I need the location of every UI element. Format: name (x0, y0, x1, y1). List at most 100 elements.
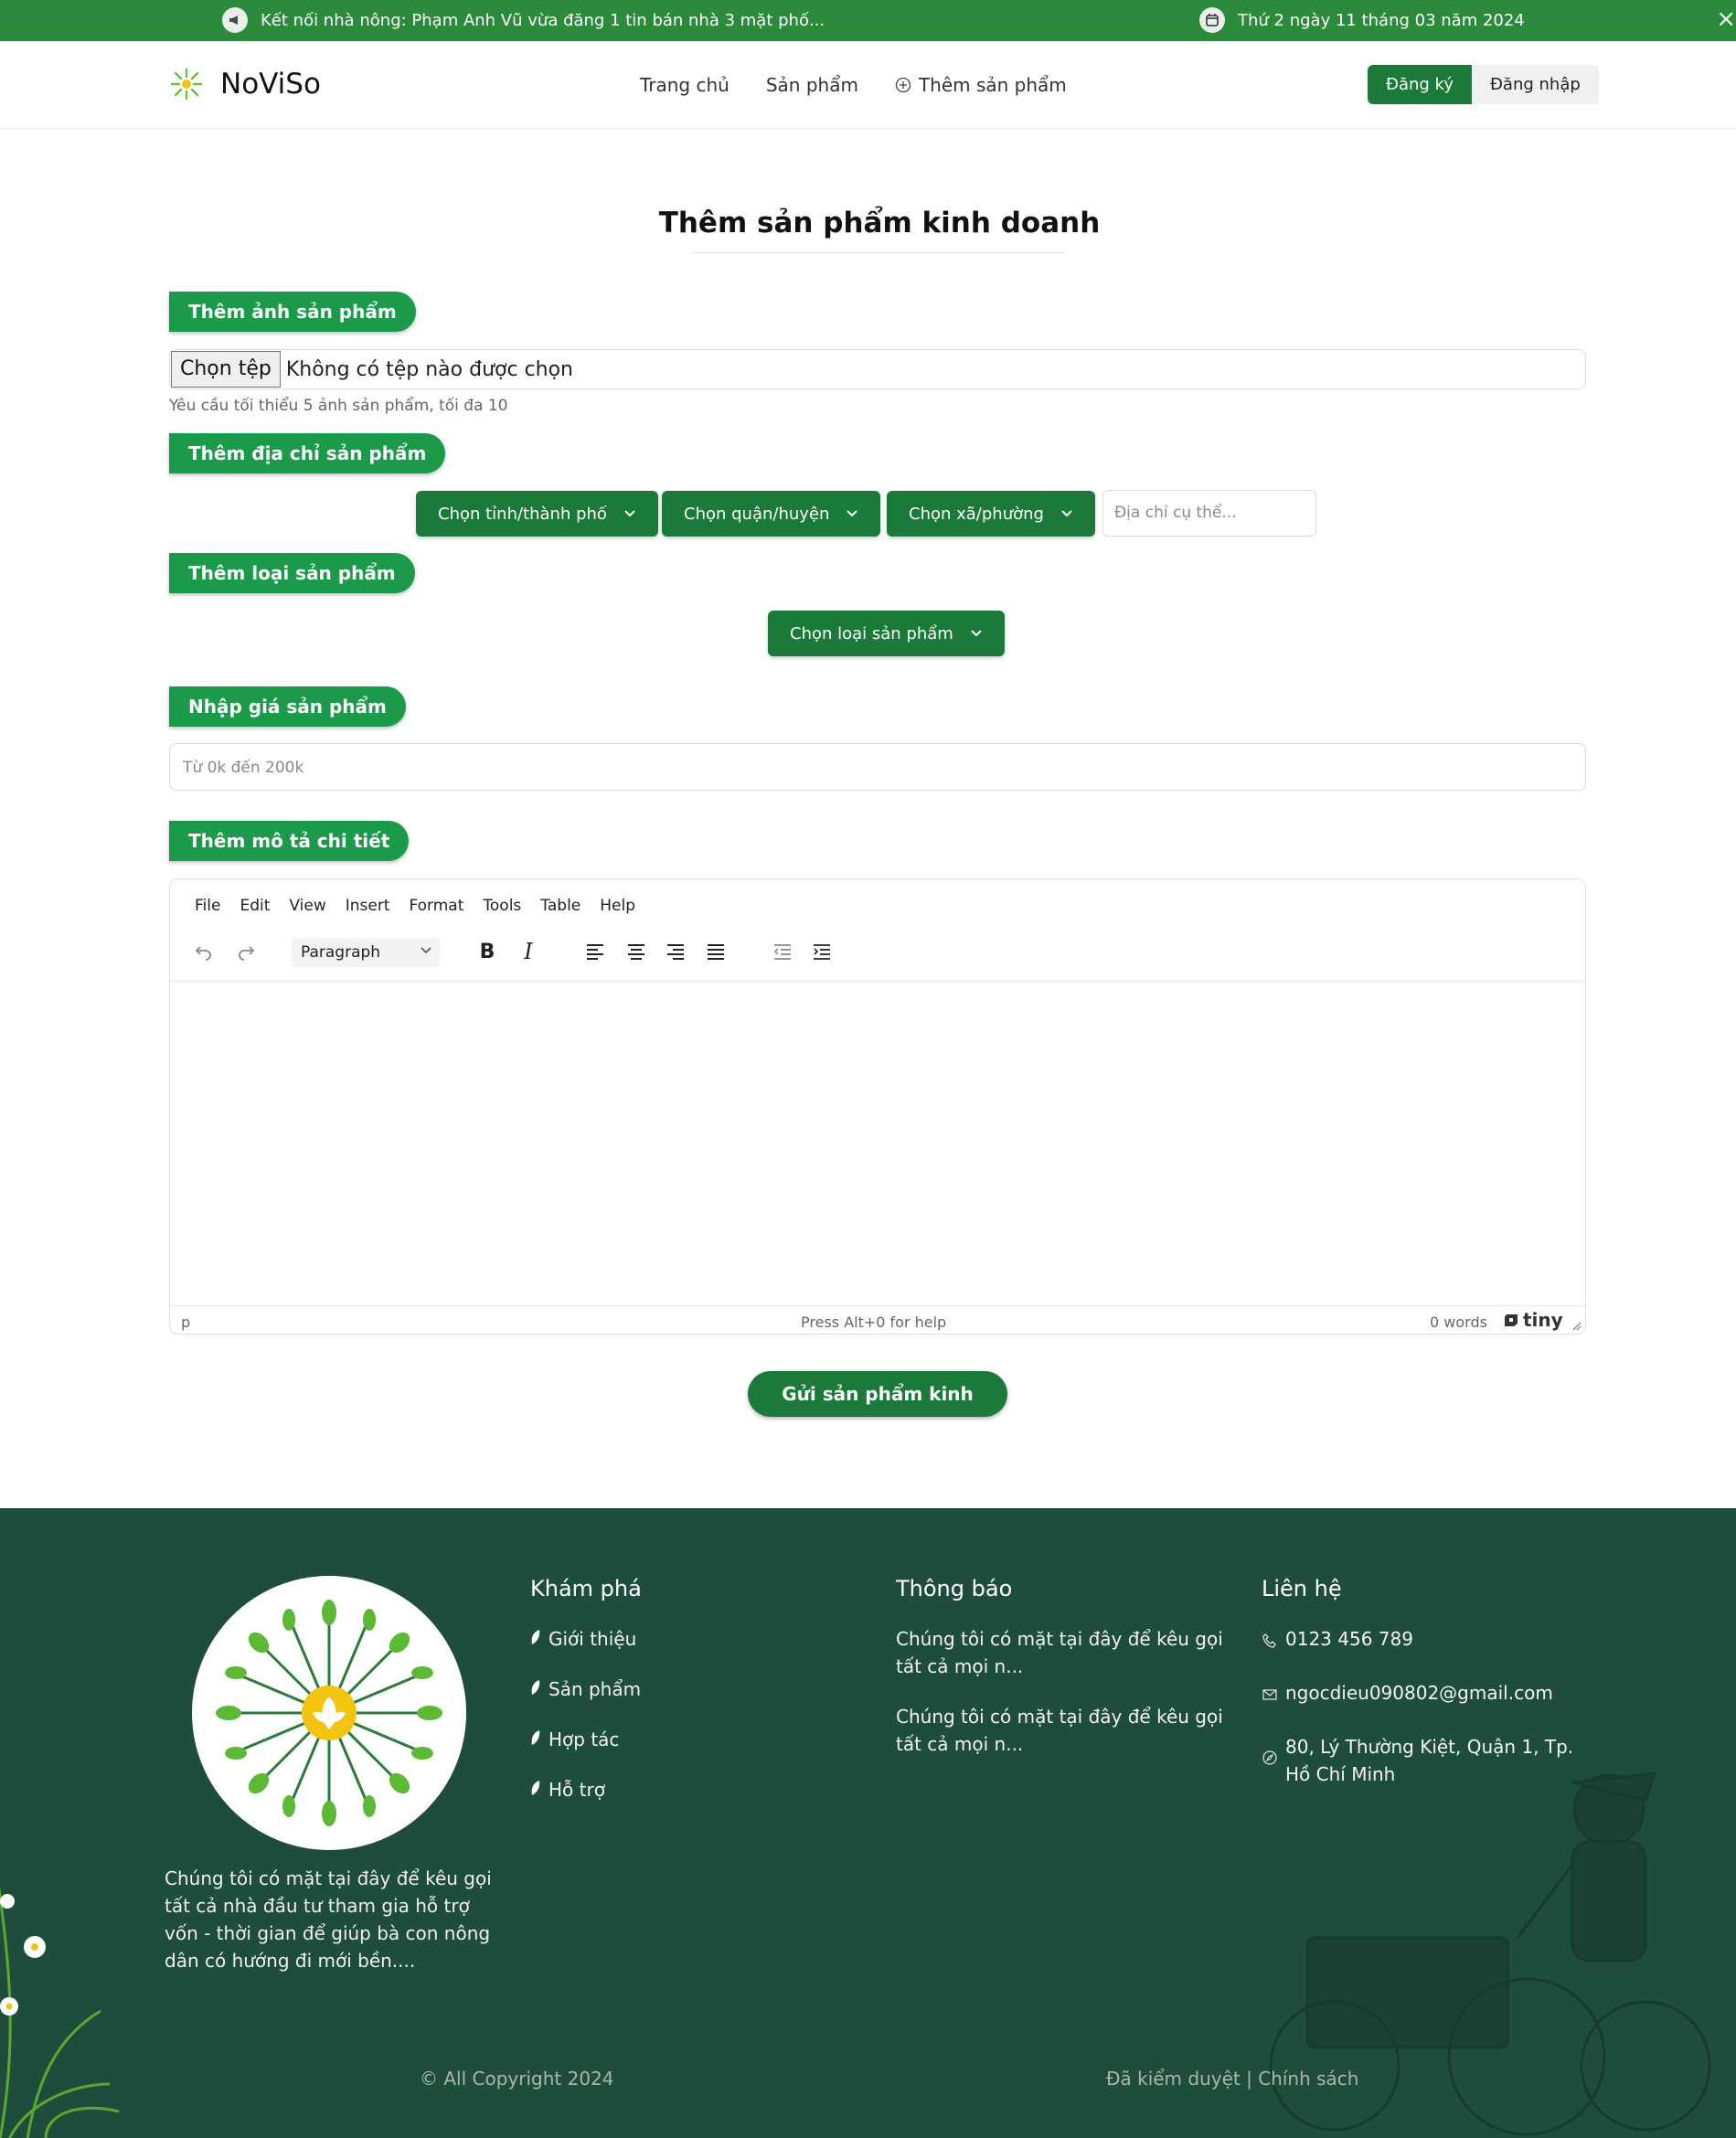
footer-phone-text: 0123 456 789 (1285, 1628, 1413, 1650)
menu-tools[interactable]: Tools (483, 897, 521, 915)
align-right-icon[interactable] (660, 936, 691, 967)
file-input[interactable]: Chọn tệp Không có tệp nào được chọn (169, 349, 1586, 389)
title-underline (692, 252, 1063, 253)
file-status: Không có tệp nào được chọn (285, 357, 574, 381)
price-input[interactable]: Từ 0k đến 200k (169, 743, 1586, 791)
login-button[interactable]: Đăng nhập (1471, 65, 1599, 104)
footer-news: Thông báo Chúng tôi có mặt tại đây để kê… (896, 1576, 1243, 1781)
phone-icon (1262, 1629, 1278, 1656)
footer-email[interactable]: ngocdieu090802@gmail.com (1262, 1679, 1591, 1710)
leaf-icon (530, 1625, 541, 1653)
chevron-down-icon (624, 510, 635, 517)
menu-format[interactable]: Format (409, 897, 463, 915)
announcement-bar: Kết nối nhà nông: Phạm Anh Vũ vừa đăng 1… (0, 0, 1736, 41)
brand-logo[interactable]: NoViSo (169, 67, 321, 101)
menu-edit[interactable]: Edit (240, 897, 270, 915)
site-header: NoViSo Trang chủ Sản phẩm Thêm sản phẩm … (0, 41, 1736, 129)
district-label: Chọn quận/huyện (684, 504, 830, 524)
brand-name: NoViSo (220, 68, 321, 101)
menu-table[interactable]: Table (540, 897, 580, 915)
footer-link-label: Hợp tác (548, 1728, 620, 1750)
copyright: © All Copyright 2024 (420, 2068, 614, 2090)
date-text: Thứ 2 ngày 11 tháng 03 năm 2024 (1238, 10, 1525, 30)
choose-file-button[interactable]: Chọn tệp (171, 351, 281, 388)
resize-handle-icon[interactable] (1571, 1317, 1582, 1334)
page-title: Thêm sản phẩm kinh doanh (658, 207, 1101, 239)
tiny-logo-icon (1505, 1314, 1518, 1326)
tiny-brand[interactable]: tiny (1503, 1309, 1563, 1331)
footer-contact-title: Liên hệ (1262, 1576, 1342, 1601)
bold-icon[interactable]: B (472, 936, 503, 967)
main-nav: Trang chủ Sản phẩm Thêm sản phẩm (640, 74, 1067, 96)
footer-link-support[interactable]: Hỗ trợ (530, 1776, 642, 1803)
chevron-down-icon (1061, 510, 1072, 517)
footer-link-partnership[interactable]: Hợp tác (530, 1726, 642, 1753)
address-input[interactable]: Địa chỉ cụ thể... (1102, 490, 1316, 537)
element-path[interactable]: p (181, 1314, 190, 1331)
footer-news-item[interactable]: Chúng tôi có mặt tại đây để kêu gọi tất … (896, 1703, 1243, 1758)
province-label: Chọn tỉnh/thành phố (438, 504, 607, 524)
footer-address[interactable]: 80, Lý Thường Kiệt, Quận 1, Tp. Hồ Chí M… (1262, 1733, 1591, 1788)
footer-link-label: Giới thiệu (548, 1628, 637, 1650)
indent-icon[interactable] (806, 936, 837, 967)
footer-link-label: Hỗ trợ (548, 1779, 605, 1801)
section-label-type: Thêm loại sản phẩm (169, 553, 415, 593)
close-icon[interactable]: × (1716, 5, 1736, 33)
date-display: Thứ 2 ngày 11 tháng 03 năm 2024 (1199, 7, 1525, 33)
ward-dropdown[interactable]: Chọn xã/phường (887, 491, 1095, 537)
align-center-icon[interactable] (621, 936, 652, 967)
leaf-icon (530, 1675, 541, 1703)
align-left-icon[interactable] (580, 936, 611, 967)
italic-icon[interactable]: I (513, 936, 544, 967)
footer-news-title: Thông báo (896, 1576, 1013, 1601)
block-format-select[interactable]: Paragraph (292, 938, 440, 967)
menu-help[interactable]: Help (600, 897, 635, 915)
product-type-dropdown[interactable]: Chọn loại sản phẩm (768, 611, 1005, 656)
footer-link-products[interactable]: Sản phẩm (530, 1675, 642, 1703)
footer-explore-title: Khám phá (530, 1576, 642, 1601)
redo-icon[interactable] (230, 936, 261, 967)
block-format-value: Paragraph (301, 943, 381, 962)
province-dropdown[interactable]: Chọn tỉnh/thành phố (416, 491, 658, 537)
outdent-icon[interactable] (767, 936, 798, 967)
tiny-brand-text: tiny (1523, 1309, 1563, 1331)
footer-contact: Liên hệ 0123 456 789 ngocdieu090802@gmai… (1262, 1576, 1591, 1811)
plus-circle-icon (895, 77, 911, 93)
footer-news-item[interactable]: Chúng tôi có mặt tại đây để kêu gọi tất … (896, 1625, 1243, 1680)
compass-icon (1262, 1746, 1278, 1788)
announcement-text: Kết nối nhà nông: Phạm Anh Vũ vừa đăng 1… (261, 10, 825, 30)
editor-content-area[interactable] (170, 982, 1585, 1305)
nav-products[interactable]: Sản phẩm (766, 74, 858, 96)
footer-link-label: Sản phẩm (548, 1678, 642, 1700)
nav-add-product[interactable]: Thêm sản phẩm (895, 74, 1067, 96)
help-hint: Press Alt+0 for help (801, 1314, 947, 1331)
menu-file[interactable]: File (195, 897, 220, 915)
image-hint: Yêu cầu tối thiểu 5 ảnh sản phẩm, tối đa… (169, 397, 508, 415)
editor-menubar: File Edit View Insert Format Tools Table… (195, 897, 635, 915)
editor-statusbar: p Press Alt+0 for help 0 words tiny (170, 1305, 1585, 1334)
rich-text-editor: File Edit View Insert Format Tools Table… (169, 878, 1586, 1335)
leaf-logo-icon (170, 68, 203, 101)
register-button[interactable]: Đăng ký (1368, 65, 1472, 104)
footer-explore: Khám phá Giới thiệu Sản phẩm Hợp tác Hỗ … (530, 1576, 642, 1826)
word-count[interactable]: 0 words (1430, 1314, 1487, 1331)
undo-icon[interactable] (188, 936, 219, 967)
district-dropdown[interactable]: Chọn quận/huyện (662, 491, 881, 537)
menu-view[interactable]: View (289, 897, 325, 915)
section-label-price: Nhập giá sản phẩm (169, 686, 406, 727)
nav-home[interactable]: Trang chủ (640, 74, 730, 96)
ward-label: Chọn xã/phường (909, 504, 1044, 524)
menu-insert[interactable]: Insert (346, 897, 390, 915)
footer-address-text: 80, Lý Thường Kiệt, Quận 1, Tp. Hồ Chí M… (1285, 1736, 1574, 1785)
announcement[interactable]: Kết nối nhà nông: Phạm Anh Vũ vừa đăng 1… (222, 7, 825, 33)
footer-logo[interactable] (192, 1576, 466, 1850)
megaphone-icon (222, 7, 248, 33)
submit-button[interactable]: Gửi sản phẩm kinh doanh (748, 1371, 1007, 1451)
footer-about: Chúng tôi có mặt tại đây để kêu gọi tất … (165, 1867, 492, 1972)
align-justify-icon[interactable] (700, 936, 731, 967)
calendar-icon (1199, 7, 1225, 33)
policy-links[interactable]: Đã kiểm duyệt | Chính sách (1106, 2068, 1358, 2090)
auth-buttons: Đăng ký Đăng nhập (1368, 65, 1599, 104)
footer-link-intro[interactable]: Giới thiệu (530, 1625, 642, 1653)
footer-phone[interactable]: 0123 456 789 (1262, 1625, 1591, 1656)
